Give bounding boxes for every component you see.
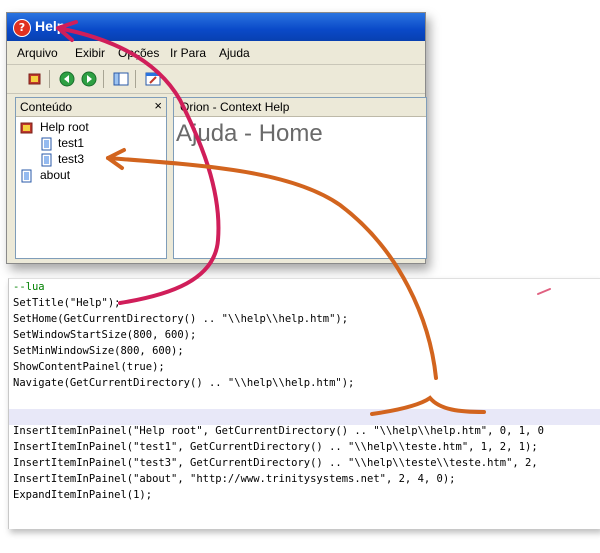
code-line: ExpandItemInPainel(1); <box>13 489 153 501</box>
contents-header: Conteúdo × <box>16 98 166 117</box>
menu-bar: Arquivo Exibir Opções Ir Para Ajuda <box>7 42 425 65</box>
code-line: InsertItemInPainel("test1", GetCurrentDi… <box>13 441 538 453</box>
code-line: SetHome(GetCurrentDirectory() .. "\\help… <box>13 313 349 325</box>
code-line: Navigate(GetCurrentDirectory() .. "\\hel… <box>13 377 355 389</box>
close-icon[interactable]: × <box>154 98 162 113</box>
code-line: SetTitle("Help"); <box>13 297 121 309</box>
tree-item-test3[interactable]: test3 <box>58 152 84 166</box>
code-editor[interactable]: --lua SetTitle("Help"); SetHome(GetCurre… <box>8 278 600 529</box>
code-line: InsertItemInPainel("about", "http://www.… <box>13 473 456 485</box>
tree-item-test1[interactable]: test1 <box>58 136 84 150</box>
page-heading: Ajuda - Home <box>176 120 323 147</box>
toolbar <box>7 65 425 94</box>
forward-icon[interactable] <box>81 71 97 87</box>
window-title: Help <box>35 18 66 34</box>
help-content-panel: Orion - Context Help Ajuda - Home <box>173 97 427 259</box>
menu-arquivo[interactable]: Arquivo <box>17 46 58 60</box>
menu-ajuda[interactable]: Ajuda <box>219 46 250 60</box>
tree-item-help-root[interactable]: Help root <box>40 120 89 134</box>
title-bar[interactable]: ? Help <box>7 13 425 41</box>
contents-panel: Conteúdo × Help root test1 test3 about <box>15 97 167 259</box>
content-header-title: Orion - Context Help <box>180 100 290 114</box>
toolbar-separator <box>135 70 136 88</box>
book-icon[interactable] <box>27 71 43 87</box>
back-icon[interactable] <box>59 71 75 87</box>
tree-item-about[interactable]: about <box>40 168 70 182</box>
document-icon <box>41 137 52 151</box>
code-line: SetMinWindowSize(800, 600); <box>13 345 184 357</box>
menu-exibir[interactable]: Exibir <box>75 46 105 60</box>
menu-ir-para[interactable]: Ir Para <box>170 46 206 60</box>
code-line: InsertItemInPainel("Help root", GetCurre… <box>13 425 545 437</box>
menu-opcoes[interactable]: Opções <box>118 46 159 60</box>
toolbar-separator <box>103 70 104 88</box>
help-window: ? Help Arquivo Exibir Opções Ir Para Aju… <box>6 12 427 264</box>
contents-title: Conteúdo <box>20 100 73 114</box>
code-line: ShowContentPainel(true); <box>13 361 165 373</box>
code-line: InsertItemInPainel("test3", GetCurrentDi… <box>13 457 538 469</box>
window-icon[interactable] <box>145 71 161 87</box>
content-header: Orion - Context Help <box>174 98 426 117</box>
book-icon <box>20 122 33 134</box>
toolbar-separator <box>49 70 50 88</box>
document-icon <box>21 169 32 183</box>
code-line: --lua <box>13 281 45 293</box>
current-line-highlight <box>9 409 600 425</box>
pane-icon[interactable] <box>113 71 129 87</box>
code-line: SetWindowStartSize(800, 600); <box>13 329 197 341</box>
document-icon <box>41 153 52 167</box>
help-icon: ? <box>13 19 31 37</box>
